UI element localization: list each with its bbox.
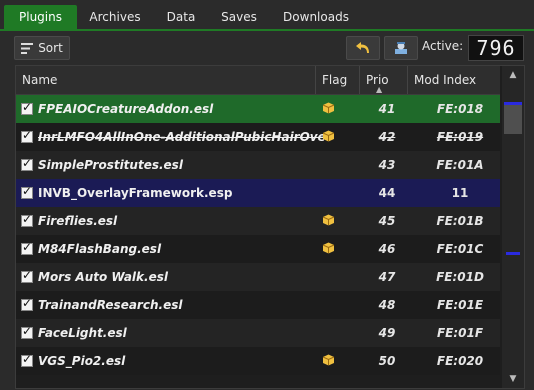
plugin-mod-index: FE:01F [436,326,484,340]
toolbar: Sort Active: 796 [4,31,530,65]
plugin-name: SimpleProstitutes.esl [38,158,183,172]
tab-bar: Plugins Archives Data Saves Downloads [0,0,534,31]
plugin-checkbox[interactable] [21,268,33,283]
plugin-priority: 45 [378,214,396,228]
vertical-scrollbar[interactable]: ▲ ▼ [502,66,524,388]
plugin-checkbox[interactable] [21,324,33,339]
plugin-row[interactable]: TrainandResearch.esl 48 FE:01E [16,291,500,319]
plugin-row[interactable]: INVB_OverlayFramework.esp 44 11 [16,179,500,207]
plugin-name: Mors Auto Walk.esl [38,270,168,284]
plugin-checkbox[interactable] [21,212,33,227]
plugin-priority: 42 [378,130,396,144]
plugin-list[interactable]: Name Flag Prio ▲ Mod Index FPEAIOCreatur… [15,65,525,389]
plugin-row[interactable]: M84FlashBang.esl 46 FE:01C [16,235,500,263]
plugin-name: INVB_OverlayFramework.esp [38,186,233,200]
undo-button[interactable] [346,36,380,60]
active-label: Active: [422,39,464,53]
plugin-rows: FPEAIOCreatureAddon.esl 41 FE:018 InrLMFO4A… [16,95,500,375]
plugin-row[interactable]: SimpleProstitutes.esl 43 FE:01A [16,151,500,179]
plugin-mod-index: 11 [451,186,469,200]
scroll-marker [504,102,522,105]
plugin-mod-index: FE:018 [436,102,484,116]
plugin-checkbox[interactable] [21,184,33,199]
plugin-row[interactable]: Fireflies.esl 45 FE:01B [16,207,500,235]
plugin-checkbox[interactable] [21,128,33,143]
scroll-down-arrow-icon[interactable]: ▼ [506,372,520,386]
package-flag-icon [322,102,335,114]
plugin-row[interactable]: Mors Auto Walk.esl 47 FE:01D [16,263,500,291]
plugin-priority: 46 [378,242,396,256]
plugin-mod-index: FE:01B [436,214,484,228]
scroll-marker [506,252,520,255]
plugin-mod-index: FE:019 [436,130,484,144]
plugin-row[interactable]: InrLMFO4AllInOne-AdditionalPubicHairOver… [16,123,500,151]
column-header-mod-index[interactable]: Mod Index [408,66,500,94]
plugin-mod-index: FE:01E [436,298,484,312]
active-count: 796 [468,35,524,61]
package-flag-icon [322,354,335,366]
plugin-checkbox[interactable] [21,352,33,367]
undo-arrow-icon [356,42,369,53]
sort-icon [21,42,34,54]
scrollbar-thumb[interactable] [504,104,522,134]
plugin-checkbox[interactable] [21,156,33,171]
plugin-checkbox[interactable] [21,100,33,115]
plugin-priority: 41 [378,102,396,116]
plugin-mod-index: FE:020 [436,354,484,368]
plugin-priority: 47 [378,270,396,284]
plugins-panel: Sort Active: 796 Name Flag Prio ▲ Mod In… [4,31,530,389]
plugin-mod-index: FE:01C [436,242,484,256]
plugin-priority: 49 [378,326,396,340]
plugin-row[interactable]: FPEAIOCreatureAddon.esl 41 FE:018 [16,95,500,123]
list-header: Name Flag Prio ▲ Mod Index [16,66,500,95]
plugin-checkbox[interactable] [21,240,33,255]
sort-label: Sort [38,41,63,55]
column-header-priority[interactable]: Prio ▲ [360,66,408,94]
scroll-up-arrow-icon[interactable]: ▲ [506,68,520,82]
plugin-mod-index: FE:01A [436,158,484,172]
tab-plugins[interactable]: Plugins [4,5,77,29]
package-flag-icon [322,214,335,226]
tab-data[interactable]: Data [160,5,202,29]
plugin-name: FPEAIOCreatureAddon.esl [38,102,214,116]
package-flag-icon [322,130,335,142]
plugin-checkbox[interactable] [21,296,33,311]
plugin-priority: 43 [378,158,396,172]
plugin-name: InrLMFO4AllInOne-AdditionalPubicHairOver… [38,130,324,144]
plugin-priority: 50 [378,354,396,368]
profile-icon [395,42,407,54]
plugin-name: TrainandResearch.esl [38,298,183,312]
tab-archives[interactable]: Archives [80,5,150,29]
sort-button[interactable]: Sort [14,36,70,60]
plugin-priority: 44 [378,186,396,200]
plugin-name: M84FlashBang.esl [38,242,162,256]
profile-button[interactable] [384,36,418,60]
plugin-name: Fireflies.esl [38,214,118,228]
plugin-row[interactable]: VGS_Pio2.esl 50 FE:020 [16,347,500,375]
plugin-name: VGS_Pio2.esl [38,354,126,368]
column-header-name[interactable]: Name [16,66,316,94]
plugin-row[interactable]: FaceLight.esl 49 FE:01F [16,319,500,347]
column-header-flag[interactable]: Flag [316,66,360,94]
plugin-mod-index: FE:01D [436,270,484,284]
plugin-priority: 48 [378,298,396,312]
package-flag-icon [322,242,335,254]
tab-saves[interactable]: Saves [216,5,262,29]
tab-downloads[interactable]: Downloads [276,5,356,29]
plugin-name: FaceLight.esl [38,326,127,340]
